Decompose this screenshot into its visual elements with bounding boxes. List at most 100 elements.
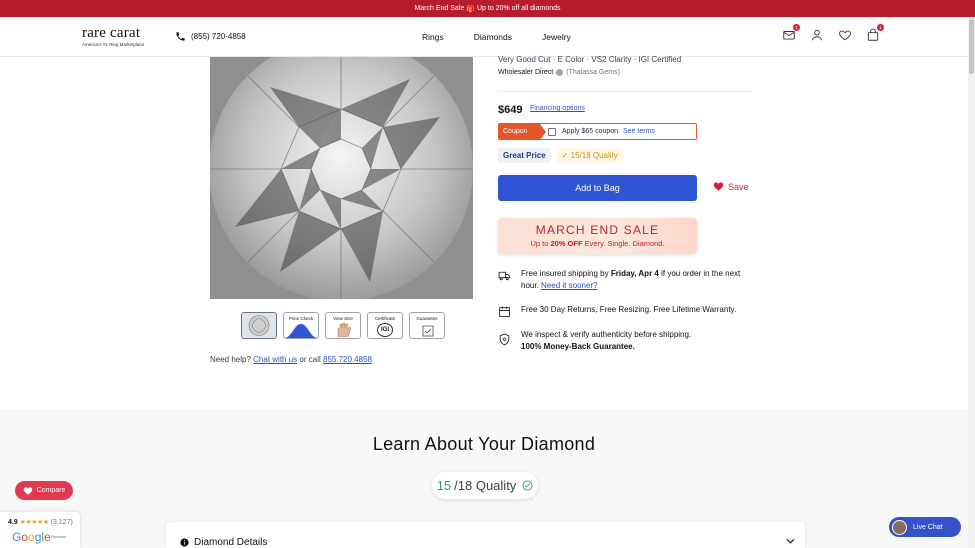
price: $649 (498, 104, 523, 116)
thumb-diamond[interactable] (241, 312, 277, 339)
inspect-text: We inspect & verify authenticity before … (521, 330, 692, 339)
nav-jewelry[interactable]: Jewelry (542, 32, 571, 42)
quality-score-pill[interactable]: 15/18 Quality (432, 472, 538, 499)
value-pills: Great Price ✓ 15/18 Quality (498, 148, 623, 163)
sale-sub-bold: 20% OFF (550, 239, 583, 248)
seller-info: Wholesaler Direct (Thalassa Gems) (498, 69, 620, 76)
chevron-down-icon (786, 538, 795, 544)
add-to-bag-button[interactable]: Add to Bag (498, 175, 697, 201)
sale-title: MARCH END SALE (535, 223, 660, 237)
thumb-price-check[interactable]: Price Check (283, 312, 319, 339)
heart-icon (713, 182, 724, 191)
details-label: Diamond Details (180, 537, 267, 548)
phone-icon (176, 32, 185, 41)
quality-badge[interactable]: ✓ 15/18 Quality (556, 148, 623, 163)
feature-returns: Free 30 Day Returns, Free Resizing. Free… (498, 304, 736, 318)
rating-row: 4.9 ★★★★★ (3,127) (8, 518, 73, 527)
info-circle-icon (180, 538, 189, 547)
quality-rest: /18 Quality (454, 478, 517, 493)
info-icon[interactable] (556, 69, 564, 76)
header-icons: 1 1 (782, 24, 884, 42)
price-curve-icon (284, 324, 318, 338)
promo-banner[interactable]: March End Sale 🎁 Up to 20% off all diamo… (0, 0, 975, 17)
igi-logo: IGI (377, 323, 393, 337)
coupon-checkbox[interactable] (548, 127, 556, 136)
avatar (892, 519, 907, 535)
feature-shipping: Free insured shipping by Friday, Apr 4 i… (498, 268, 748, 292)
mail-button[interactable]: 1 (782, 24, 800, 42)
heart-outline-icon (839, 30, 851, 41)
compare-button[interactable]: Compare (15, 481, 73, 500)
bag-badge: 1 (877, 24, 884, 31)
thumb-label: Guarantee (416, 316, 438, 321)
coupon-box[interactable]: Coupon Apply $65 coupon. See terms (498, 123, 697, 140)
help-line: Need help? Chat with us or call 855.720.… (210, 355, 372, 364)
diamond-thumb-icon (248, 315, 270, 336)
save-button[interactable]: Save (713, 181, 749, 192)
sale-banner[interactable]: MARCH END SALE Up to 20% OFF Every. Sing… (498, 218, 697, 254)
help-phone-link[interactable]: 855.720.4858 (323, 355, 372, 364)
diamond-details-accordion[interactable]: Diamond Details (166, 522, 805, 548)
live-chat-button[interactable]: Live Chat (889, 517, 961, 537)
financing-link[interactable]: Financing options (530, 105, 585, 112)
main-nav: Rings Diamonds Jewelry (422, 32, 571, 42)
seller-name: (Thalassa Gems) (566, 69, 620, 76)
promo-text-left: March End Sale (414, 5, 465, 12)
diamond-main-image[interactable] (210, 57, 473, 299)
seller-label: Wholesaler Direct (498, 69, 554, 76)
diamond-specs: Very Good Cut · E Color · VS2 Clarity · … (498, 55, 682, 64)
scrollbar-thumb[interactable] (969, 19, 974, 74)
nav-diamonds[interactable]: Diamonds (474, 32, 512, 42)
review-count: (3,127) (50, 518, 73, 526)
guarantee-text: 100% Money-Back Guarantee. (521, 342, 635, 351)
divider (498, 91, 752, 92)
google-sub: Reviews (51, 534, 67, 539)
live-chat-label: Live Chat (913, 523, 943, 531)
compare-label: Compare (36, 487, 66, 494)
shipping-date: Friday, Apr 4 (610, 269, 659, 278)
shield-diamond-icon (499, 333, 510, 346)
sale-sub-post: Every. Single. Diamond. (584, 239, 665, 248)
google-reviews-widget[interactable]: 4.9 ★★★★★ (3,127) Google Reviews (0, 512, 80, 548)
details-text: Diamond Details (194, 537, 268, 548)
save-label: Save (728, 181, 749, 192)
site-header: rare carat America's #1 Ring Marketplace… (0, 17, 968, 57)
nav-rings[interactable]: Rings (422, 32, 444, 42)
thumb-view-size[interactable]: View Size (325, 312, 361, 339)
coupon-terms-link[interactable]: See terms (623, 128, 655, 135)
chat-link[interactable]: Chat with us (253, 355, 297, 364)
phone-number: (855) 720-4858 (191, 32, 246, 41)
logo[interactable]: rare carat America's #1 Ring Marketplace (82, 25, 162, 51)
quality-badge-label: 15/18 Quality (570, 151, 618, 160)
feature-inspect: We inspect & verify authenticity before … (498, 329, 691, 353)
thumb-guarantee[interactable]: Guarantee (409, 312, 445, 339)
wishlist-button[interactable] (838, 28, 852, 42)
image-thumbnails: Price Check View Size Certificate IGI Gu… (241, 312, 445, 339)
learn-title: Learn About Your Diamond (372, 434, 596, 454)
shipping-pre: Free insured shipping by (521, 269, 609, 278)
sale-sub-pre: Up to (530, 239, 549, 248)
brand-tagline: America's #1 Ring Marketplace (82, 42, 145, 47)
diamond-photo (210, 57, 473, 299)
guarantee-icon (422, 325, 434, 337)
header-phone[interactable]: (855) 720-4858 (175, 31, 246, 42)
rating-stars: ★★★★★ (19, 519, 49, 526)
gift-icon: 🎁 (466, 5, 475, 13)
heart-icon (23, 487, 32, 495)
returns-text: Free 30 Day Returns, Free Resizing. Free… (521, 305, 737, 314)
hand-icon (337, 322, 352, 337)
promo-text-right: Up to 20% off all diamonds (476, 5, 561, 12)
price-badge[interactable]: Great Price (498, 148, 551, 163)
page-scrollbar[interactable] (968, 17, 975, 548)
thumb-label: Certificate (374, 316, 396, 321)
bag-button[interactable]: 1 (866, 24, 884, 42)
mail-badge: 1 (793, 24, 800, 31)
quality-num: 15 (436, 478, 452, 493)
thumb-certificate[interactable]: Certificate IGI (367, 312, 403, 339)
account-button[interactable] (810, 28, 824, 42)
google-logo: Google (12, 530, 51, 544)
shipping-sooner-link[interactable]: Need it sooner? (541, 281, 597, 290)
user-icon (811, 29, 823, 41)
help-prefix: Need help? (210, 355, 251, 364)
thumb-label: Price Check (288, 316, 314, 321)
